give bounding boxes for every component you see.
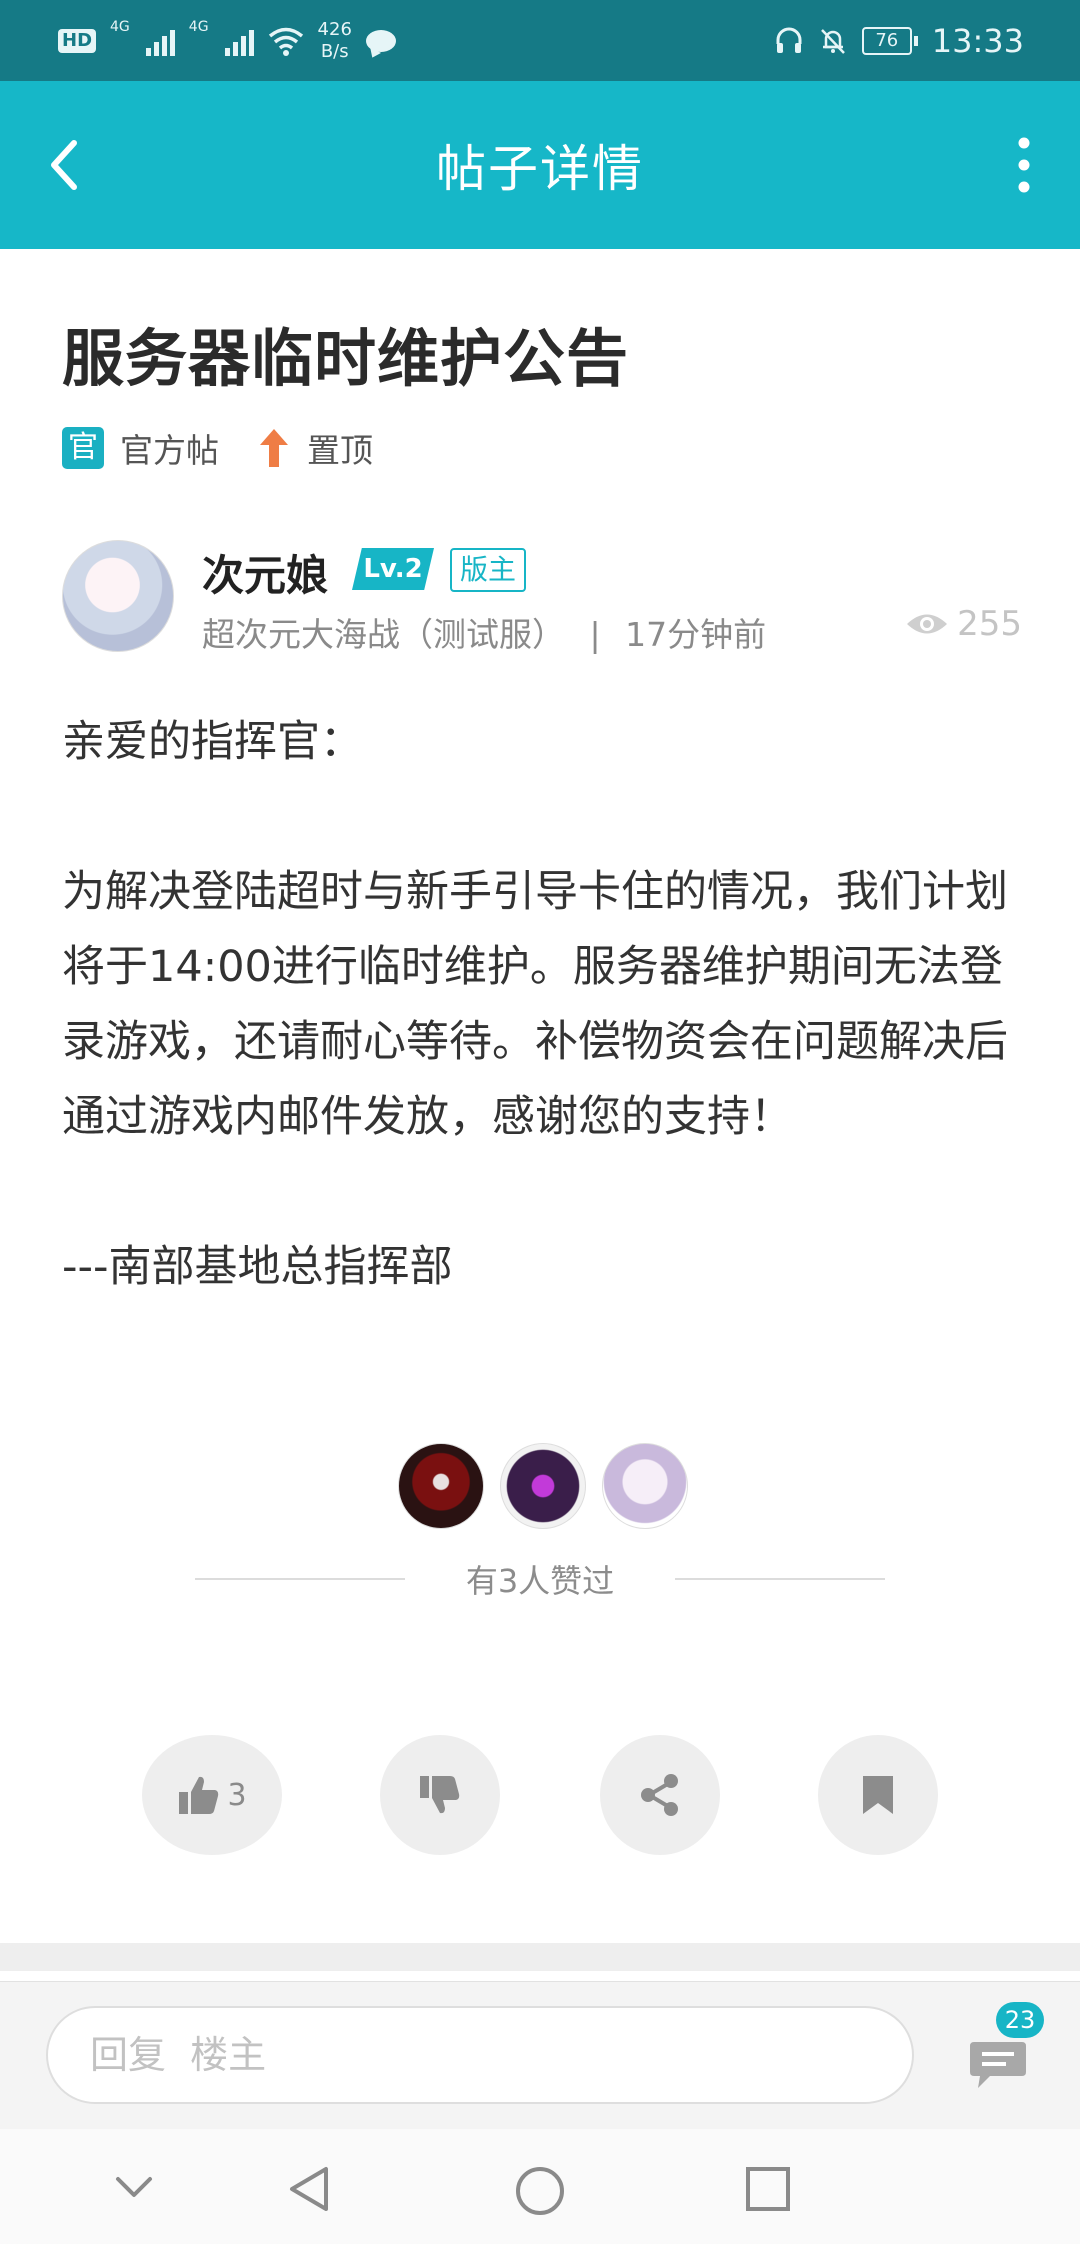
author-meta: 超次元大海战（测试服） | 17分钟前 (202, 608, 766, 656)
view-count: 255 (905, 604, 1022, 644)
reply-input[interactable] (46, 2006, 914, 2104)
back-arrow-icon[interactable] (42, 131, 102, 199)
meta-separator: | (589, 615, 601, 654)
content-greeting: 亲爱的指挥官： (62, 717, 363, 767)
eye-icon (907, 614, 948, 634)
thumbs-up-icon (179, 1776, 219, 1814)
clock: 13:33 (931, 21, 1024, 60)
tag-pinned-label: 置顶 (307, 431, 373, 470)
post-content: 亲爱的指挥官： 为解决登陆超时与新手引导卡住的情况，我们计划将于14:00进行临… (62, 705, 1022, 1305)
author-name[interactable]: 次元娘 (202, 542, 328, 603)
post-title: 服务器临时维护公告 (62, 322, 630, 395)
network-type-label-1: 4G (110, 18, 130, 35)
hd-icon: HD (58, 28, 97, 53)
status-bar: HD 4G 4G 426 B/s 76 13:33 (0, 0, 1080, 81)
network-type-label-2: 4G (188, 18, 209, 35)
network-speed-unit: B/s (320, 40, 349, 62)
network-speed: 426 B/s (318, 19, 352, 63)
like-button[interactable]: 3 (142, 1735, 282, 1855)
app-bar: 帖子详情 (0, 81, 1080, 249)
view-count-value: 255 (957, 604, 1022, 644)
wifi-icon (268, 27, 303, 56)
liker-avatar[interactable] (398, 1443, 484, 1529)
reply-bar: 23 (0, 1981, 1080, 2130)
mute-bell-icon (820, 28, 845, 54)
comment-icon[interactable] (966, 2034, 1030, 2094)
nav-home-icon[interactable] (514, 2165, 566, 2217)
thumbs-down-icon (420, 1776, 460, 1814)
status-right: 76 13:33 (774, 22, 1024, 60)
bookmark-icon (863, 1776, 893, 1814)
nav-back-icon[interactable] (286, 2165, 334, 2213)
nav-collapse-icon[interactable] (112, 2165, 156, 2209)
like-count: 3 (227, 1777, 247, 1813)
status-left: HD 4G 4G 426 B/s (58, 19, 396, 63)
system-nav-bar (0, 2129, 1080, 2244)
signal-icon-1 (145, 26, 175, 56)
battery-icon: 76 (861, 26, 918, 55)
pin-arrow-icon (260, 429, 288, 467)
nav-recents-icon[interactable] (744, 2165, 792, 2213)
post-tags: 官 官方帖 置顶 (62, 424, 373, 472)
author-avatar[interactable] (62, 540, 174, 652)
tag-official-label: 官方帖 (120, 431, 219, 470)
headset-icon (776, 27, 802, 53)
page-title: 帖子详情 (436, 140, 644, 198)
section-divider (0, 1943, 1080, 1971)
share-icon (641, 1774, 678, 1816)
battery-level: 76 (861, 26, 912, 55)
message-icon (365, 29, 396, 52)
post-time: 17分钟前 (625, 615, 767, 654)
liker-avatar[interactable] (500, 1443, 586, 1529)
author-row: 次元娘 Lv.2 版主 超次元大海战（测试服） | 17分钟前 255 (62, 540, 1022, 660)
liker-avatar[interactable] (602, 1443, 688, 1529)
content-signature: ---南部基地总指挥部 (62, 1242, 453, 1292)
liker-avatars (398, 1443, 688, 1529)
more-vertical-icon[interactable] (1012, 133, 1036, 197)
share-button[interactable] (600, 1735, 720, 1855)
moderator-badge: 版主 (450, 548, 527, 592)
official-icon: 官 (62, 427, 104, 469)
post-source: 超次元大海战（测试服） (202, 615, 565, 654)
level-badge: Lv.2 (352, 548, 434, 590)
bookmark-button[interactable] (818, 1735, 938, 1855)
network-speed-value: 426 (317, 18, 352, 40)
dislike-button[interactable] (380, 1735, 500, 1855)
signal-icon-2 (224, 26, 254, 56)
content-body: 为解决登陆超时与新手引导卡住的情况，我们计划将于14:00进行临时维护。服务器维… (62, 867, 1008, 1142)
comment-count-badge: 23 (996, 2002, 1044, 2038)
likers-count-text[interactable]: 有3人赞过 (0, 1556, 1080, 1602)
